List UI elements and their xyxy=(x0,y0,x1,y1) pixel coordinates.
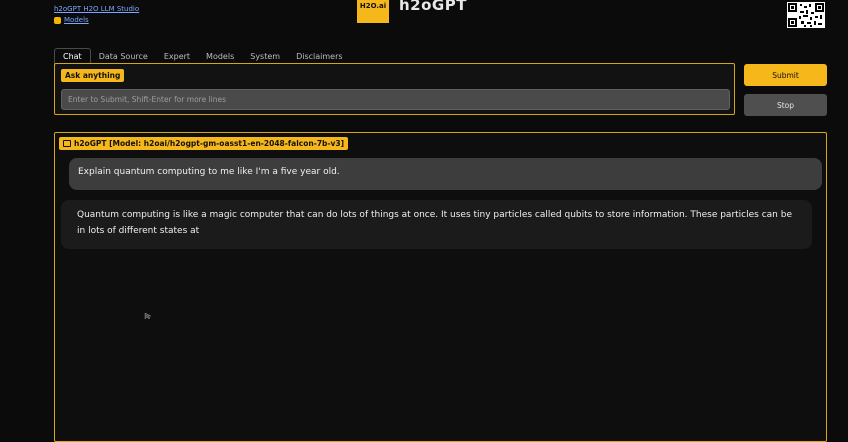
tab-models[interactable]: Models xyxy=(198,48,242,64)
qr-code-icon xyxy=(787,2,825,28)
submit-button[interactable]: Submit xyxy=(744,64,827,86)
chat-model-label: h2oGPT [Model: h2oai/h2ogpt-gm-oasst1-en… xyxy=(59,137,349,150)
top-links: h2oGPT H2O LLM Studio Models xyxy=(54,4,139,26)
chat-model-label-text: h2oGPT [Model: h2oai/h2ogpt-gm-oasst1-en… xyxy=(74,139,345,148)
input-panel: Ask anything xyxy=(54,63,735,115)
question-input[interactable] xyxy=(61,89,730,110)
models-icon xyxy=(54,17,61,24)
bot-message: Quantum computing is like a magic comput… xyxy=(61,200,812,249)
tab-chat[interactable]: Chat xyxy=(54,48,91,64)
tab-disclaimers[interactable]: Disclaimers xyxy=(288,48,350,64)
chat-icon xyxy=(63,140,71,147)
h2o-logo: H2O.ai xyxy=(357,0,389,23)
app-title: h2oGPT xyxy=(399,0,467,14)
tab-data-source[interactable]: Data Source xyxy=(91,48,156,64)
tab-system[interactable]: System xyxy=(242,48,288,64)
ask-anything-label: Ask anything xyxy=(61,69,125,82)
user-message: Explain quantum computing to me like I'm… xyxy=(69,158,822,190)
stop-button[interactable]: Stop xyxy=(744,94,827,116)
h2ogpt-studio-link[interactable]: h2oGPT H2O LLM Studio xyxy=(54,5,139,13)
tab-expert[interactable]: Expert xyxy=(156,48,198,64)
mouse-cursor-icon xyxy=(144,305,152,320)
models-link[interactable]: Models xyxy=(64,15,89,26)
tab-bar: Chat Data Source Expert Models System Di… xyxy=(54,48,351,64)
chat-panel: h2oGPT [Model: h2oai/h2ogpt-gm-oasst1-en… xyxy=(54,132,827,442)
brand-header: H2O.ai h2oGPT xyxy=(357,0,467,23)
